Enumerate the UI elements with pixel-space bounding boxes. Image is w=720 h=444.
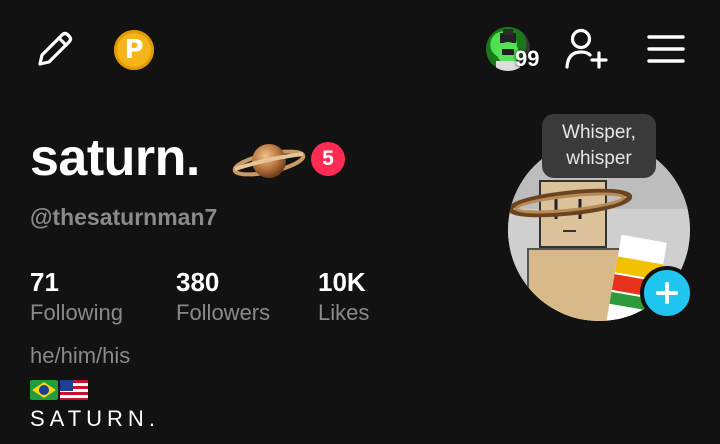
- add-friend-button[interactable]: [560, 24, 612, 74]
- likes-count: 10K: [318, 267, 366, 297]
- hamburger-menu-icon: [647, 35, 685, 63]
- pencil-icon: [38, 31, 73, 66]
- coins-button[interactable]: P: [110, 26, 158, 74]
- ringed-planet-icon: [232, 144, 306, 178]
- following-count: 71: [30, 267, 59, 297]
- coin-letter: P: [124, 35, 144, 65]
- following-stat[interactable]: 71 Following: [30, 266, 123, 328]
- usa-flag-icon: [60, 380, 88, 400]
- brazil-flag-icon: [30, 380, 58, 400]
- likes-label: Likes: [318, 300, 370, 325]
- display-name: saturn.: [30, 129, 200, 187]
- bio-text: SATURN.: [30, 406, 160, 431]
- tooltip-bubble: Whisper, whisper: [542, 114, 656, 178]
- add-story-button[interactable]: [640, 266, 694, 320]
- menu-button[interactable]: [640, 24, 692, 74]
- coin-icon: P: [114, 30, 154, 70]
- pronouns: he/him/his: [30, 343, 131, 368]
- notification-badge: 5: [311, 142, 345, 176]
- following-label: Following: [30, 300, 123, 325]
- followers-label: Followers: [176, 300, 271, 325]
- notification-count: 99: [515, 46, 540, 71]
- followers-stat[interactable]: 380 Followers: [176, 266, 270, 328]
- notifications-button[interactable]: 99: [484, 24, 546, 74]
- plus-icon: [656, 282, 678, 304]
- username-handle: @thesaturnman7: [30, 204, 218, 230]
- edit-profile-button[interactable]: [30, 26, 78, 74]
- flags-icon: [30, 380, 88, 400]
- likes-stat[interactable]: 10K Likes: [318, 266, 369, 328]
- add-user-icon: [565, 28, 608, 69]
- followers-count: 380: [176, 267, 220, 297]
